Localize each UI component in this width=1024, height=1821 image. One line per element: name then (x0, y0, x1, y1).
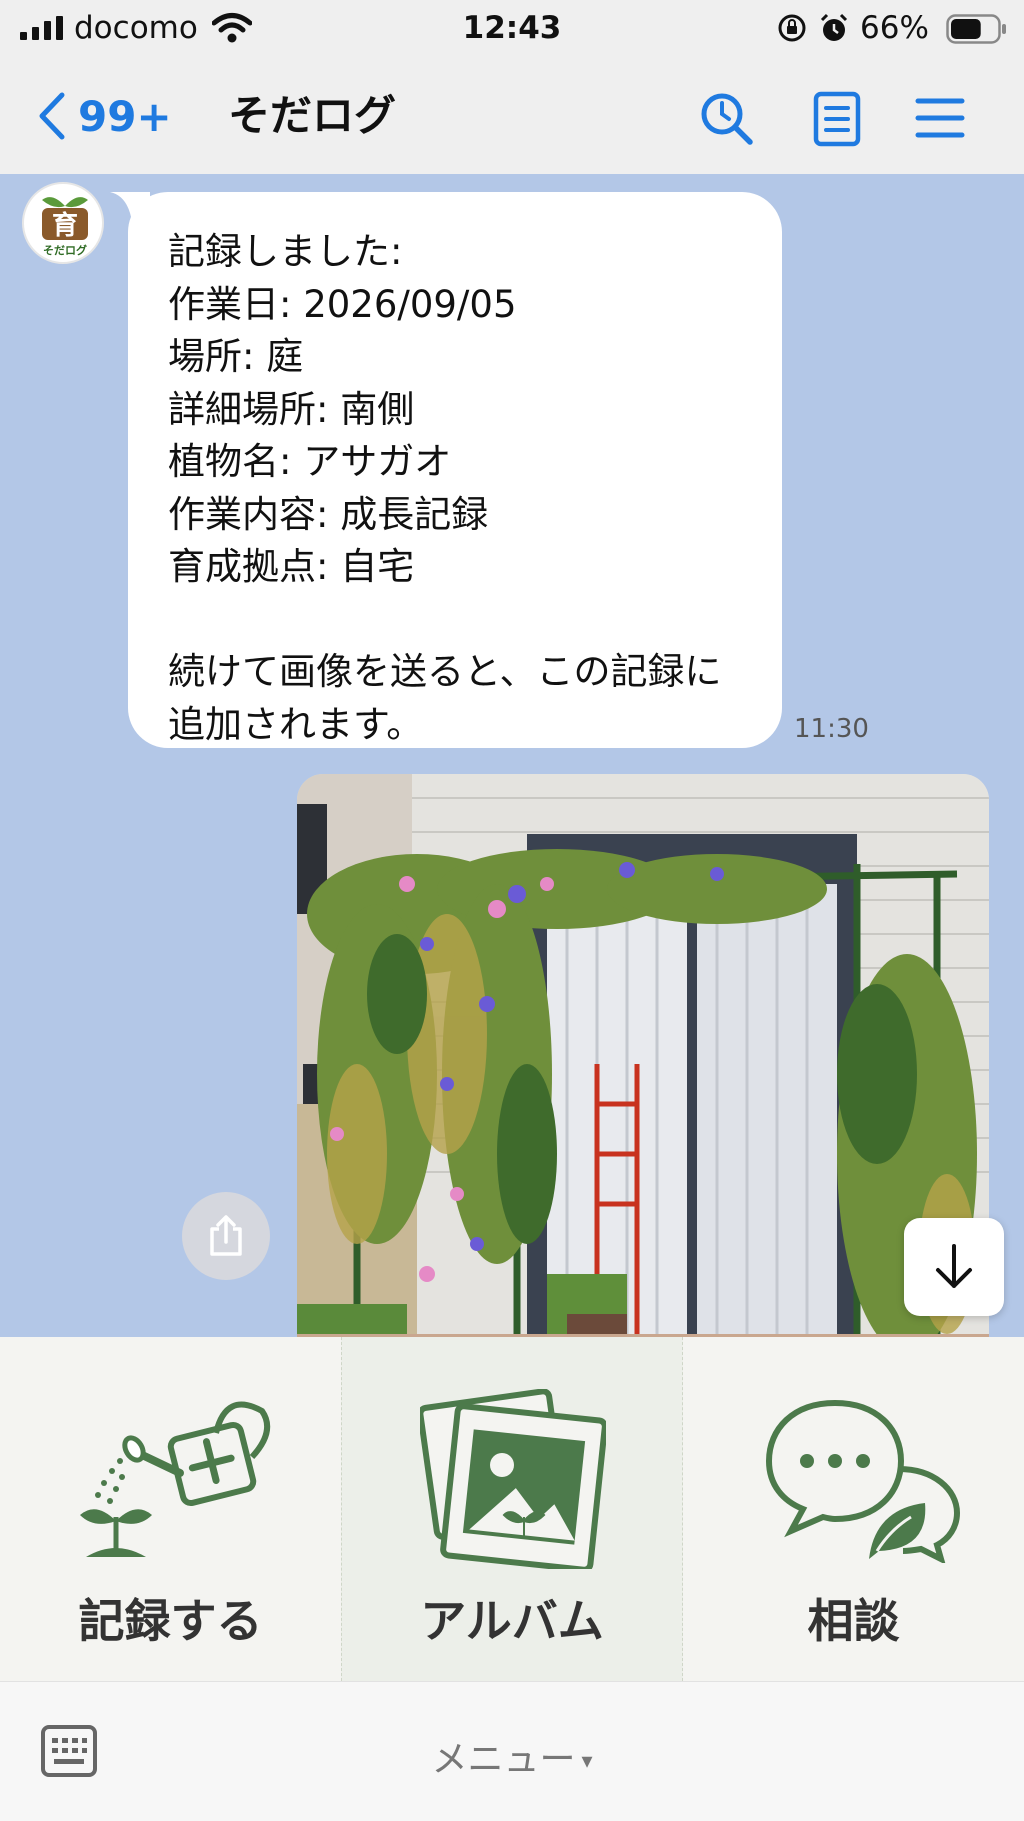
bot-avatar[interactable]: 育 そだログ (22, 182, 104, 264)
back-button[interactable]: 99+ (34, 88, 172, 144)
bot-message-bubble[interactable]: 記録しました: 作業日: 2026/09/05 場所: 庭 詳細場所: 南側 植… (128, 192, 782, 748)
rich-menu-consult[interactable]: 相談 (683, 1337, 1024, 1681)
rich-menu-album-label: アルバム (420, 1594, 604, 1648)
status-bar: docomo 12:43 66% (0, 0, 1024, 58)
avatar-brand: そだログ (43, 243, 87, 257)
sodalog-logo-icon: 育 そだログ (42, 197, 88, 257)
rich-menu-consult-label: 相談 (807, 1594, 900, 1648)
menu-toggle-label: メニュー (431, 1739, 576, 1780)
message-text: 記録しました: 作業日: 2026/09/05 場所: 庭 詳細場所: 南側 植… (168, 230, 722, 746)
rich-menu-record[interactable]: 記録する (0, 1337, 341, 1681)
alarm-icon (820, 13, 848, 41)
message-timestamp: 11:30 (794, 714, 869, 744)
battery-icon (946, 14, 1006, 44)
unread-count: 99+ (78, 91, 172, 141)
arrow-down-icon (936, 1244, 972, 1288)
photo-album-icon (420, 1389, 606, 1569)
chat-area[interactable]: 育 そだログ 記録しました: 作業日: 2026/09/05 場所: 庭 詳細場… (0, 174, 1024, 1337)
watering-can-icon (80, 1401, 271, 1557)
rotation-lock-icon (778, 14, 806, 42)
bottom-input-bar: メニュー ▾ (0, 1681, 1024, 1821)
share-button[interactable] (182, 1192, 270, 1280)
battery-percent: 66% (860, 10, 929, 46)
share-icon (210, 1215, 242, 1256)
chat-bubbles-icon (765, 1399, 961, 1563)
scroll-to-bottom-button[interactable] (904, 1218, 1004, 1316)
notes-icon[interactable] (812, 90, 862, 148)
rich-menu: 記録する アルバム 相談 (0, 1337, 1024, 1681)
chat-title: そだログ (228, 91, 397, 140)
rich-menu-album[interactable]: アルバム (341, 1337, 683, 1681)
caret-down-icon: ▾ (581, 1748, 593, 1774)
avatar-glyph: 育 (52, 210, 78, 241)
rich-menu-record-label: 記録する (78, 1594, 263, 1648)
search-icon[interactable] (698, 90, 756, 148)
chat-header: 99+ そだログ (0, 58, 1024, 174)
morning-glory-trellis-image (297, 774, 989, 1337)
menu-toggle-button[interactable]: メニュー ▾ (0, 1730, 1024, 1782)
sent-photo[interactable] (297, 774, 989, 1337)
hamburger-menu-icon[interactable] (914, 92, 966, 144)
chevron-left-icon (39, 92, 65, 140)
